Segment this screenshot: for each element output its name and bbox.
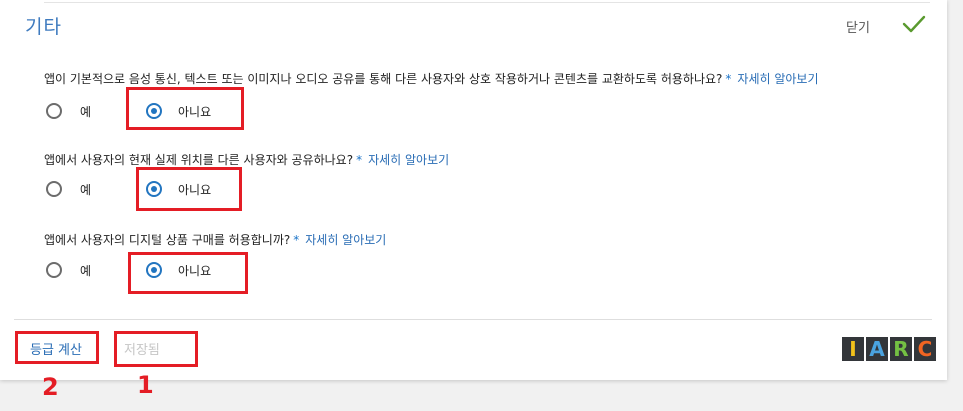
highlight-box-q1 — [126, 87, 244, 130]
q2-yes-label: 예 — [80, 183, 92, 197]
iarc-logo: I A R C — [842, 337, 936, 361]
highlight-box-q3 — [128, 252, 248, 294]
q1-yes-label: 예 — [80, 105, 92, 119]
learn-more-link-2[interactable]: 자세히 알아보기 — [368, 153, 449, 167]
q3-yes-radio[interactable] — [46, 262, 62, 278]
annotation-number-1: 1 — [137, 371, 154, 399]
learn-more-link-3[interactable]: 자세히 알아보기 — [305, 233, 386, 247]
learn-more-link-1[interactable]: 자세히 알아보기 — [737, 72, 818, 86]
content-rating-card: 기타 닫기 앱이 기본적으로 음성 통신, 텍스트 또는 이미지나 오디오 공유… — [0, 0, 947, 380]
required-mark: * — [356, 153, 363, 167]
required-mark: * — [725, 72, 732, 86]
footer-divider — [14, 319, 932, 320]
iarc-letter-i: I — [842, 337, 864, 361]
section-title: 기타 — [25, 16, 62, 38]
iarc-letter-r: R — [890, 337, 912, 361]
check-icon[interactable] — [901, 12, 927, 36]
highlight-box-saved — [114, 331, 198, 367]
q2-yes-radio[interactable] — [46, 181, 62, 197]
annotation-number-2: 2 — [42, 373, 59, 401]
highlight-box-q2 — [136, 167, 242, 211]
iarc-letter-a: A — [866, 337, 888, 361]
question-2-text: 앱에서 사용자의 현재 실제 위치를 다른 사용자와 공유하나요? — [44, 153, 354, 167]
question-1-text: 앱이 기본적으로 음성 통신, 텍스트 또는 이미지나 오디오 공유를 통해 다… — [44, 72, 723, 86]
q3-yes-label: 예 — [80, 264, 92, 278]
question-2: 앱에서 사용자의 현재 실제 위치를 다른 사용자와 공유하나요? * 자세히 알아… — [44, 151, 449, 168]
top-divider — [44, 2, 930, 3]
question-1: 앱이 기본적으로 음성 통신, 텍스트 또는 이미지나 오디오 공유를 통해 다… — [44, 70, 819, 87]
q1-yes-radio[interactable] — [46, 103, 62, 119]
question-3: 앱에서 사용자의 디지털 상품 구매를 허용합니까? * 자세히 알아보기 — [44, 231, 386, 248]
highlight-box-calc — [15, 331, 99, 364]
close-button[interactable]: 닫기 — [846, 17, 870, 36]
iarc-letter-c: C — [914, 337, 936, 361]
required-mark: * — [293, 233, 300, 247]
question-3-text: 앱에서 사용자의 디지털 상품 구매를 허용합니까? — [44, 233, 291, 247]
